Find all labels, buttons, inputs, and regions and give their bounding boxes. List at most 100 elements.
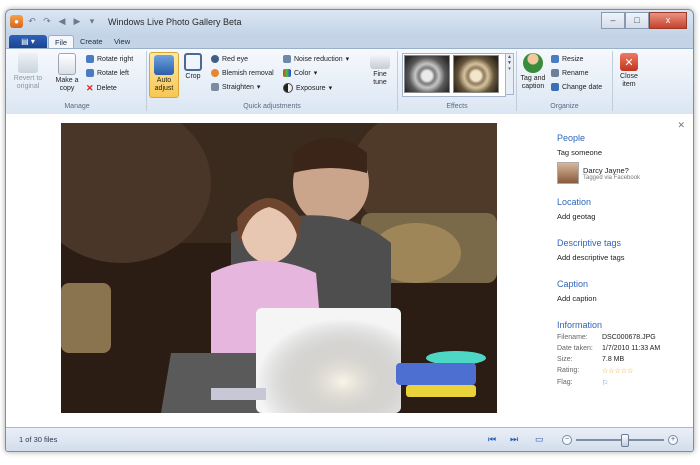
fine-tune-button[interactable]: Fine tune [367, 53, 393, 87]
make-copy-button[interactable]: Make a copy [52, 53, 82, 93]
information-heading: Information [557, 320, 603, 330]
back-icon[interactable]: ◀ [56, 16, 68, 28]
resize-button[interactable]: Resize [551, 55, 583, 63]
info-filename-row: Filename: DSC000678.JPG [557, 334, 687, 341]
maximize-button[interactable]: □ [625, 12, 649, 29]
info-pane: People Tag someone Darcy Jayne? Tagged v… [557, 133, 687, 387]
forward-icon[interactable]: ▶ [71, 16, 83, 28]
avatar [557, 162, 579, 184]
close-item-label: Close item [620, 73, 638, 88]
noise-reduction-button[interactable]: Noise reduction ▾ [283, 55, 349, 63]
tab-create[interactable]: Create [74, 35, 109, 48]
qat-dropdown-icon[interactable]: ▾ [86, 16, 98, 28]
blemish-label: Blemish removal [222, 69, 274, 77]
color-button[interactable]: Color ▾ [283, 69, 317, 77]
chevron-down-icon: ▾ [328, 85, 333, 92]
descriptive-tags-heading: Descriptive tags [557, 238, 622, 248]
redo-icon[interactable]: ↷ [41, 16, 53, 28]
auto-adjust-button[interactable]: Auto adjust [149, 52, 179, 98]
group-manage: Revert to original Make a copy Rotate ri… [8, 51, 147, 111]
change-date-button[interactable]: Change date [551, 83, 602, 91]
previous-icon[interactable]: ⏮ [488, 434, 496, 445]
auto-adjust-icon [154, 55, 174, 75]
rotate-left-button[interactable]: Rotate left [86, 69, 129, 77]
title-bar: ● ↶ ↷ ◀ ▶ ▾ Windows Live Photo Gallery B… [6, 10, 693, 34]
slideshow-icon[interactable]: ▭ [535, 434, 544, 445]
person-name: Darcy Jayne? [583, 165, 629, 175]
rating-label: Rating: [557, 367, 580, 374]
effect-bw-thumbnail[interactable] [404, 55, 450, 93]
add-descriptive-tags-link[interactable]: Add descriptive tags [557, 253, 687, 262]
straighten-label: Straighten [222, 83, 254, 91]
rename-button[interactable]: Rename [551, 69, 588, 77]
zoom-out-icon[interactable]: − [562, 435, 572, 445]
group-effects: ▲ ▼ ▾ Effects [398, 51, 517, 111]
effect-sepia-thumbnail[interactable] [453, 55, 499, 93]
blemish-icon [211, 69, 219, 77]
flag-icon[interactable]: ⚐ [602, 379, 608, 387]
close-panel-icon[interactable]: ✕ [677, 120, 685, 131]
revert-icon [18, 53, 38, 73]
undo-icon[interactable]: ↶ [26, 16, 38, 28]
tag-someone-link[interactable]: Tag someone [557, 148, 687, 157]
viewer-area: ✕ People Tag someone Darcy Jayne? Tagged… [6, 114, 693, 427]
delete-label: Delete [96, 85, 117, 92]
rotate-right-icon [86, 55, 94, 63]
tag-caption-button[interactable]: Tag and caption [519, 53, 547, 91]
zoom-track[interactable] [576, 439, 664, 441]
window-title: Windows Live Photo Gallery Beta [108, 17, 242, 27]
blemish-removal-button[interactable]: Blemish removal [211, 69, 274, 77]
file-count: 1 of 30 files [19, 435, 58, 444]
main-photo[interactable] [61, 123, 497, 413]
exposure-button[interactable]: Exposure ▾ [283, 83, 332, 93]
revert-button[interactable]: Revert to original [10, 53, 46, 91]
tab-file[interactable]: File [48, 35, 75, 49]
date-taken-value[interactable]: 1/7/2010 11:33 AM [602, 345, 660, 352]
copy-icon [58, 53, 76, 75]
zoom-knob[interactable] [621, 434, 630, 447]
noise-reduction-label: Noise reduction [294, 55, 343, 63]
app-menu-button[interactable]: ▤ ▾ [9, 35, 47, 48]
status-bar: 1 of 30 files ⏮ ⏭ ▭ − + [6, 427, 693, 451]
zoom-slider[interactable]: − + [562, 434, 679, 447]
crop-button[interactable]: Crop [181, 53, 205, 81]
exposure-label: Exposure [296, 84, 326, 92]
close-item-button[interactable]: ✕ Close item [616, 53, 642, 89]
app-icon[interactable]: ● [10, 15, 23, 28]
group-manage-label: Manage [64, 103, 90, 110]
straighten-button[interactable]: Straighten ▾ [211, 83, 260, 91]
next-icon[interactable]: ⏭ [510, 434, 518, 445]
filename-label: Filename: [557, 334, 588, 341]
group-effects-label: Effects [446, 103, 468, 110]
rotate-left-icon [86, 69, 94, 77]
add-geotag-link[interactable]: Add geotag [557, 212, 687, 221]
effects-scroll-button[interactable]: ▲ ▼ ▾ [505, 53, 514, 95]
ribbon: Revert to original Make a copy Rotate ri… [6, 48, 693, 115]
add-caption-link[interactable]: Add caption [557, 294, 687, 303]
date-taken-label: Date taken: [557, 345, 593, 352]
fine-tune-icon [370, 55, 390, 69]
people-heading: People [557, 133, 586, 143]
info-date-row: Date taken: 1/7/2010 11:33 AM [557, 345, 687, 352]
tag-caption-label: Tag and caption [520, 75, 546, 90]
tab-view[interactable]: View [108, 35, 136, 48]
location-heading: Location [557, 197, 592, 207]
rotate-right-button[interactable]: Rotate right [86, 55, 133, 63]
quick-access-toolbar: ● ↶ ↷ ◀ ▶ ▾ [10, 15, 98, 28]
minimize-button[interactable]: – [601, 12, 625, 29]
app-window: ● ↶ ↷ ◀ ▶ ▾ Windows Live Photo Gallery B… [5, 9, 694, 452]
straighten-icon [211, 83, 219, 91]
color-label: Color [294, 69, 311, 77]
resize-label: Resize [562, 55, 584, 63]
person-tag-item[interactable]: Darcy Jayne? Tagged via Facebook [557, 162, 687, 184]
group-organize-label: Organize [550, 103, 579, 110]
red-eye-label: Red eye [222, 55, 249, 63]
red-eye-button[interactable]: Red eye [211, 55, 248, 63]
close-window-button[interactable]: x [649, 12, 687, 29]
crop-icon [184, 53, 202, 71]
delete-button[interactable]: ✕ Delete [86, 83, 117, 94]
zoom-in-icon[interactable]: + [668, 435, 678, 445]
rating-stars[interactable]: ☆☆☆☆☆ [602, 367, 633, 375]
window-controls: – □ x [601, 12, 687, 29]
rename-icon [551, 69, 559, 77]
